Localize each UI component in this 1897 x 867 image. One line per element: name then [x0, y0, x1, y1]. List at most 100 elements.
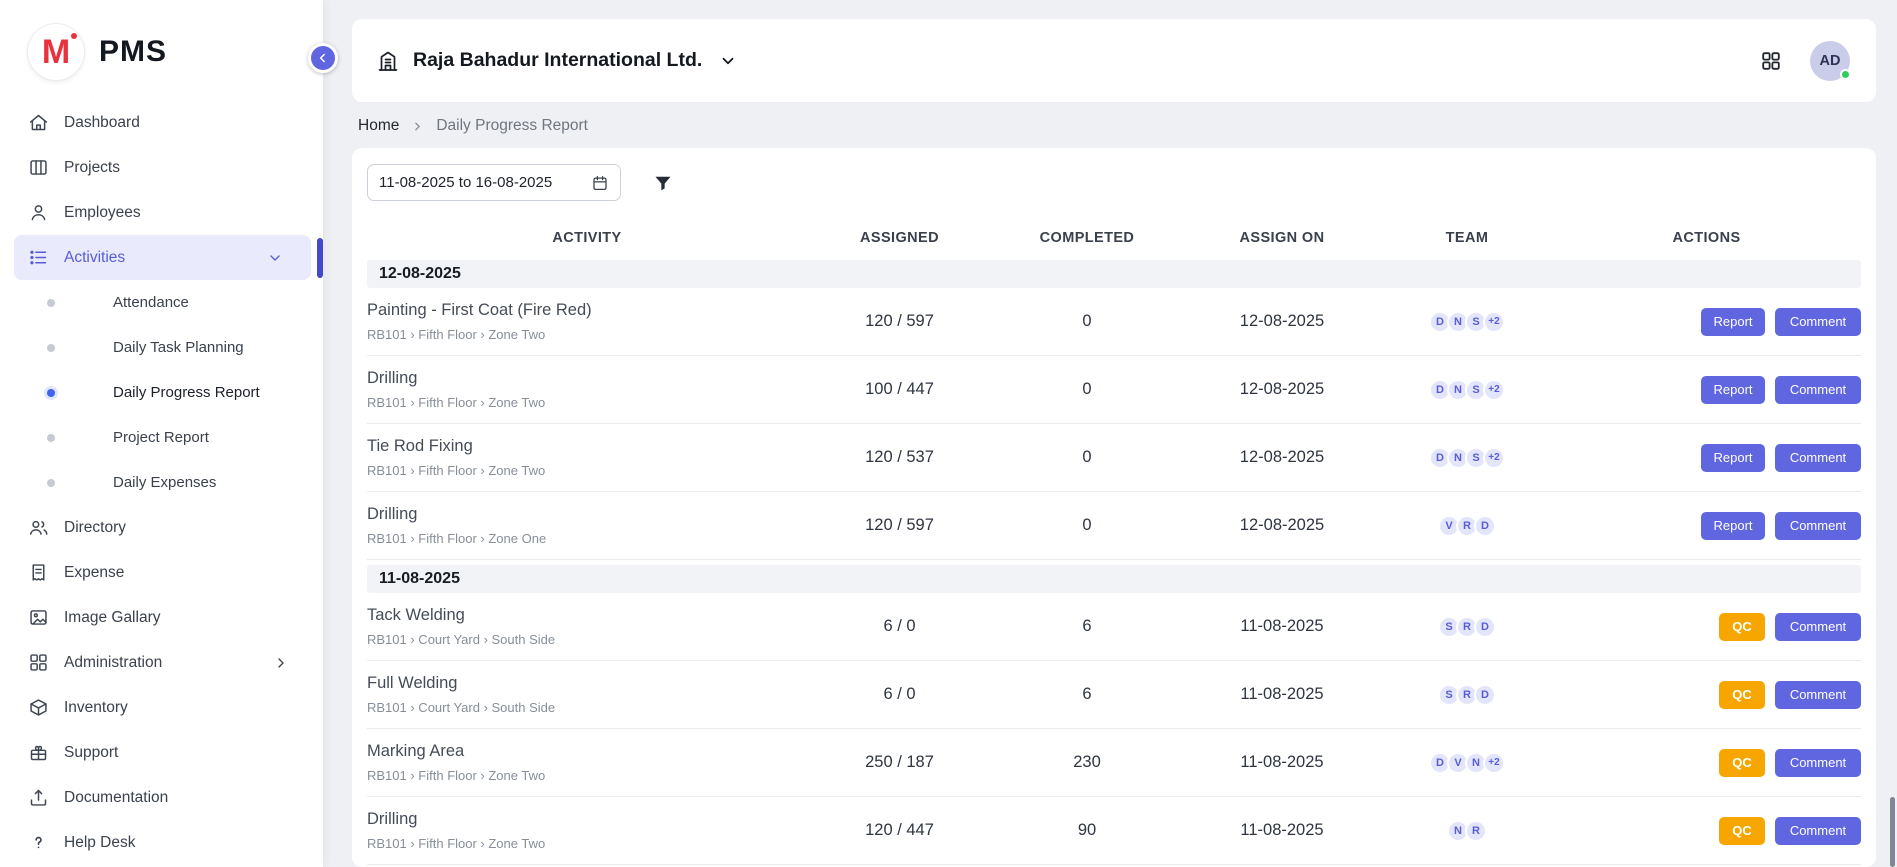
bullet-icon: [47, 389, 55, 397]
comment-button[interactable]: Comment: [1775, 817, 1861, 845]
qc-button[interactable]: QC: [1719, 681, 1765, 709]
column-completed: COMPLETED: [992, 230, 1182, 246]
top-header: Raja Bahadur International Ltd. AD: [352, 19, 1876, 102]
breadcrumb-home[interactable]: Home: [358, 117, 399, 135]
user-avatar[interactable]: AD: [1810, 41, 1850, 81]
company-selector[interactable]: Raja Bahadur International Ltd.: [376, 49, 737, 73]
assigned-value: 120 / 447: [807, 821, 992, 840]
sidebar-item-administration[interactable]: Administration: [0, 640, 323, 685]
sidebar-item-employees[interactable]: Employees: [0, 190, 323, 235]
report-button[interactable]: Report: [1701, 512, 1765, 540]
image-icon: [28, 607, 49, 628]
team-avatar: D: [1474, 616, 1496, 638]
sidebar-subitem-label: Project Report: [113, 429, 209, 446]
report-button[interactable]: Report: [1701, 308, 1765, 336]
sidebar-item-expense[interactable]: Expense: [0, 550, 323, 595]
assign-on-value: 12-08-2025: [1182, 312, 1382, 331]
qc-button[interactable]: QC: [1719, 817, 1765, 845]
sidebar-item-documentation[interactable]: Documentation: [0, 775, 323, 820]
chevron-down-icon: [267, 250, 283, 266]
comment-button[interactable]: Comment: [1775, 749, 1861, 777]
sidebar-collapse-button[interactable]: [308, 43, 338, 73]
date-range-picker[interactable]: [367, 164, 621, 201]
inventory-icon: [28, 697, 49, 718]
sidebar-item-support[interactable]: Support: [0, 730, 323, 775]
completed-value: 0: [992, 448, 1182, 467]
team-avatars: N R: [1382, 820, 1552, 842]
table-row: Drilling RB101 › Fifth Floor › Zone Two …: [367, 797, 1861, 865]
qc-button[interactable]: QC: [1719, 749, 1765, 777]
sidebar-item-inventory[interactable]: Inventory: [0, 685, 323, 730]
team-avatar-more: +2: [1483, 447, 1505, 469]
company-name: Raja Bahadur International Ltd.: [413, 49, 702, 72]
sidebar-subitem-daily-task-planning[interactable]: Daily Task Planning: [0, 325, 323, 370]
header-actions: AD: [1760, 41, 1850, 81]
home-icon: [28, 112, 49, 133]
sidebar-item-help-desk[interactable]: Help Desk: [0, 820, 323, 865]
filter-icon[interactable]: [653, 173, 673, 193]
report-button[interactable]: Report: [1701, 376, 1765, 404]
sidebar-item-projects[interactable]: Projects: [0, 145, 323, 190]
app-logo: M PMS: [0, 0, 323, 94]
table-row: Full Welding RB101 › Court Yard › South …: [367, 661, 1861, 729]
sidebar-subitem-daily-progress-report[interactable]: Daily Progress Report: [0, 370, 323, 415]
building-icon: [376, 49, 400, 73]
sidebar-item-directory[interactable]: Directory: [0, 505, 323, 550]
report-button[interactable]: Report: [1701, 444, 1765, 472]
comment-button[interactable]: Comment: [1775, 681, 1861, 709]
sidebar-item-activities[interactable]: Activities: [14, 235, 311, 280]
table-header: ACTIVITY ASSIGNED COMPLETED ASSIGN ON TE…: [367, 221, 1861, 255]
online-status-dot: [1840, 69, 1851, 80]
support-icon: [28, 742, 49, 763]
sidebar-item-label: Dashboard: [64, 114, 140, 132]
comment-button[interactable]: Comment: [1775, 444, 1861, 472]
activity-path: RB101 › Fifth Floor › Zone Two: [367, 768, 807, 783]
sidebar-item-label: Activities: [64, 249, 125, 267]
team-avatars: D N S +2: [1382, 311, 1552, 333]
comment-button[interactable]: Comment: [1775, 376, 1861, 404]
sidebar-subitem-attendance[interactable]: Attendance: [0, 280, 323, 325]
table-row: Tie Rod Fixing RB101 › Fifth Floor › Zon…: [367, 424, 1861, 492]
employee-icon: [28, 202, 49, 223]
column-activity: ACTIVITY: [367, 230, 807, 246]
team-avatar-more: +2: [1483, 752, 1505, 774]
team-avatars: V R D: [1382, 515, 1552, 537]
sidebar-item-label: Projects: [64, 159, 120, 177]
comment-button[interactable]: Comment: [1775, 613, 1861, 641]
table-row: Painting - First Coat (Fire Red) RB101 ›…: [367, 288, 1861, 356]
sidebar-nav: Dashboard Projects Employees Activities …: [0, 94, 323, 865]
chevron-down-icon: [719, 52, 737, 70]
sidebar-subitem-label: Daily Progress Report: [113, 384, 260, 401]
sidebar-item-label: Employees: [64, 204, 141, 222]
team-avatar: D: [1474, 684, 1496, 706]
activity-path: RB101 › Fifth Floor › Zone Two: [367, 836, 807, 851]
scrollbar-thumb[interactable]: [1890, 797, 1895, 867]
sidebar-item-label: Documentation: [64, 789, 168, 807]
comment-button[interactable]: Comment: [1775, 512, 1861, 540]
sidebar-item-image-gallery[interactable]: Image Gallary: [0, 595, 323, 640]
column-actions: ACTIONS: [1552, 230, 1861, 246]
bullet-icon: [47, 434, 55, 442]
sidebar-subitem-daily-expenses[interactable]: Daily Expenses: [0, 460, 323, 505]
avatar-initials: AD: [1820, 53, 1841, 69]
filter-row: [367, 164, 1861, 201]
breadcrumb-current: Daily Progress Report: [436, 117, 588, 135]
column-team: TEAM: [1382, 230, 1552, 246]
team-avatar: D: [1474, 515, 1496, 537]
assigned-value: 120 / 597: [807, 516, 992, 535]
column-assign-on: ASSIGN ON: [1182, 230, 1382, 246]
apps-grid-icon[interactable]: [1760, 50, 1782, 72]
activity-path: RB101 › Fifth Floor › Zone Two: [367, 395, 807, 410]
date-range-input[interactable]: [379, 174, 583, 191]
qc-button[interactable]: QC: [1719, 613, 1765, 641]
sidebar-subitem-label: Daily Task Planning: [113, 339, 244, 356]
sidebar-item-label: Expense: [64, 564, 124, 582]
comment-button[interactable]: Comment: [1775, 308, 1861, 336]
sidebar-subitem-label: Daily Expenses: [113, 474, 216, 491]
sidebar-item-dashboard[interactable]: Dashboard: [0, 100, 323, 145]
team-avatar: R: [1465, 820, 1487, 842]
assigned-value: 120 / 537: [807, 448, 992, 467]
sidebar-subitem-project-report[interactable]: Project Report: [0, 415, 323, 460]
bullet-icon: [47, 344, 55, 352]
completed-value: 90: [992, 821, 1182, 840]
